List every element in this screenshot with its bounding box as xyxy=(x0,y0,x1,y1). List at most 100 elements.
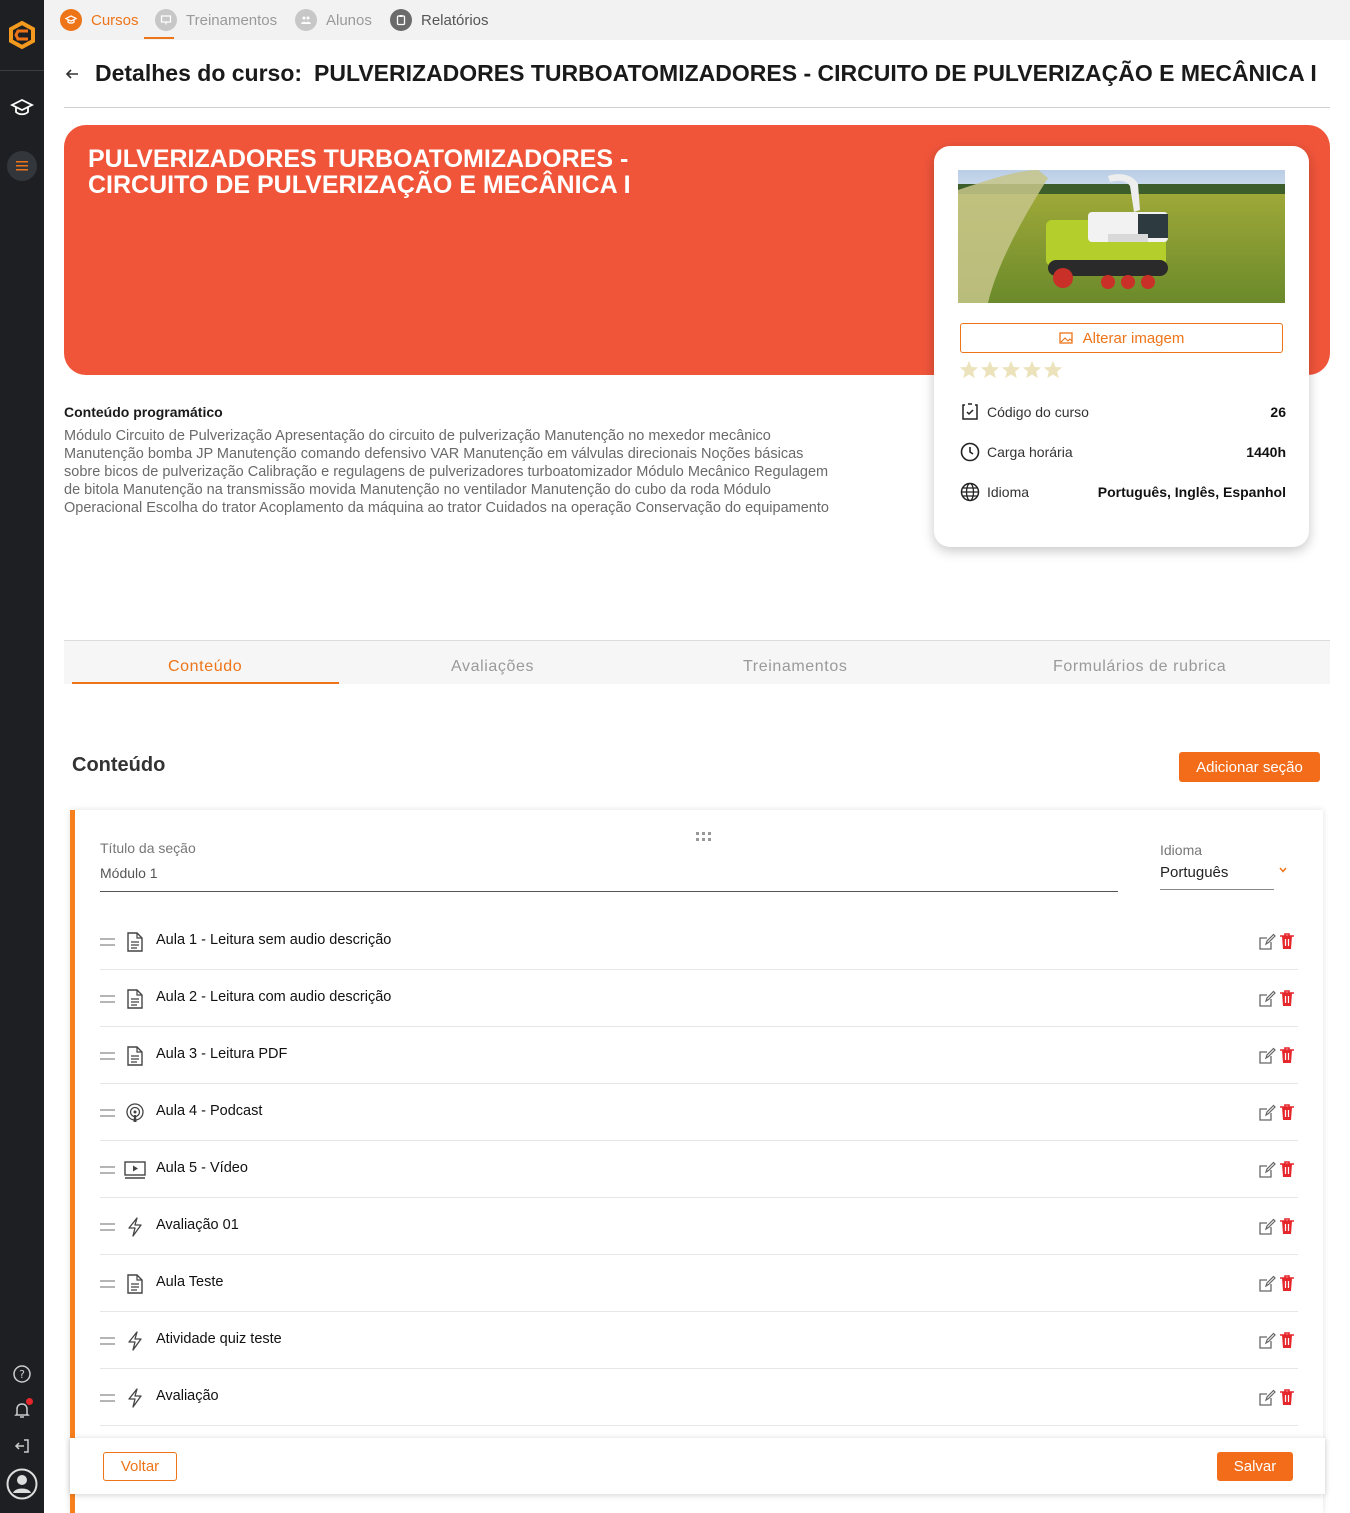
star-icon xyxy=(980,360,1000,379)
tab-formularios-rubrica[interactable]: Formulários de rubrica xyxy=(1053,658,1226,676)
star-icon xyxy=(1022,360,1042,379)
language-select-label: Idioma xyxy=(1160,842,1203,858)
drag-handle-icon[interactable] xyxy=(100,938,115,950)
notification-badge xyxy=(26,1398,33,1405)
video-icon xyxy=(124,1159,146,1181)
nav-treinamentos[interactable]: Treinamentos xyxy=(155,8,277,32)
back-button[interactable]: Voltar xyxy=(103,1452,177,1481)
lesson-row[interactable]: Aula Teste xyxy=(100,1255,1298,1312)
workload-value: 1440h xyxy=(1246,444,1286,460)
back-arrow-icon[interactable] xyxy=(64,66,80,82)
drag-handle-icon[interactable] xyxy=(100,1052,115,1064)
drag-grip-icon[interactable] xyxy=(696,829,712,847)
page-title: Detalhes do curso: PULVERIZADORES TURBOAT… xyxy=(95,60,1317,87)
edit-icon[interactable] xyxy=(1258,1047,1276,1065)
delete-icon[interactable] xyxy=(1279,932,1297,951)
lightning-icon xyxy=(124,1330,146,1352)
lesson-title: Aula 5 - Vídeo xyxy=(156,1160,248,1176)
edit-icon[interactable] xyxy=(1258,933,1276,951)
app-logo-icon[interactable] xyxy=(6,19,38,51)
delete-icon[interactable] xyxy=(1279,989,1297,1008)
lesson-row[interactable]: Avaliação xyxy=(100,1369,1298,1426)
star-icon xyxy=(1001,360,1021,379)
drag-handle-icon[interactable] xyxy=(100,1166,115,1178)
lesson-row[interactable]: Avaliação 01 xyxy=(100,1198,1298,1255)
lesson-title: Aula Teste xyxy=(156,1274,224,1290)
nav-label: Alunos xyxy=(326,11,372,29)
drag-handle-icon[interactable] xyxy=(100,1280,115,1292)
language-select-underline xyxy=(1160,889,1274,890)
course-code-value: 26 xyxy=(1270,404,1286,420)
edit-icon[interactable] xyxy=(1258,1218,1276,1236)
edit-icon[interactable] xyxy=(1258,1161,1276,1179)
lesson-title: Aula 3 - Leitura PDF xyxy=(156,1046,288,1062)
nav-relatorios[interactable]: Relatórios xyxy=(390,8,489,32)
lesson-row[interactable]: Aula 5 - Vídeo xyxy=(100,1141,1298,1198)
course-image xyxy=(958,170,1285,303)
star-icon xyxy=(1043,360,1063,379)
svg-text:?: ? xyxy=(19,1368,25,1381)
nav-cursos[interactable]: Cursos xyxy=(60,8,139,32)
drag-handle-icon[interactable] xyxy=(100,1109,115,1121)
lesson-row[interactable]: Aula 4 - Podcast xyxy=(100,1084,1298,1141)
tab-conteudo[interactable]: Conteúdo xyxy=(168,658,242,676)
course-code-row: Código do curso 26 xyxy=(960,401,1286,423)
delete-icon[interactable] xyxy=(1279,1388,1297,1407)
nav-label: Relatórios xyxy=(421,11,489,29)
lesson-row[interactable]: Aula 1 - Leitura sem audio descrição xyxy=(100,913,1298,970)
drag-handle-icon[interactable] xyxy=(100,1223,115,1235)
page-title-prefix: Detalhes do curso: xyxy=(95,60,303,86)
drag-handle-icon[interactable] xyxy=(100,995,115,1007)
image-icon xyxy=(1058,332,1073,344)
language-row: Idioma Português, Inglês, Espanhol xyxy=(960,481,1286,503)
lesson-title: Avaliação 01 xyxy=(156,1217,239,1233)
lesson-title: Atividade quiz teste xyxy=(156,1331,282,1347)
nav-alunos[interactable]: Alunos xyxy=(295,8,372,32)
rating-stars[interactable] xyxy=(959,360,1063,379)
section-title-underline xyxy=(100,891,1118,892)
document-icon xyxy=(124,1045,146,1067)
tab-treinamentos[interactable]: Treinamentos xyxy=(743,658,847,676)
section-title-input[interactable]: Módulo 1 xyxy=(100,865,158,881)
lesson-row[interactable]: Atividade quiz teste xyxy=(100,1312,1298,1369)
edit-icon[interactable] xyxy=(1258,1389,1276,1407)
notification-bell-icon[interactable] xyxy=(8,1396,36,1424)
lesson-title: Aula 2 - Leitura com audio descrição xyxy=(156,989,392,1005)
menu-toggle-icon[interactable] xyxy=(7,151,37,181)
change-image-button[interactable]: Alterar imagem xyxy=(960,323,1283,353)
lesson-title: Aula 1 - Leitura sem audio descrição xyxy=(156,932,392,948)
logout-icon[interactable] xyxy=(8,1432,36,1460)
edit-icon[interactable] xyxy=(1258,1332,1276,1350)
lightning-icon xyxy=(124,1216,146,1238)
delete-icon[interactable] xyxy=(1279,1103,1297,1122)
delete-icon[interactable] xyxy=(1279,1160,1297,1179)
add-section-button[interactable]: Adicionar seção xyxy=(1179,752,1320,782)
program-text: Módulo Circuito de Pulverização Apresent… xyxy=(64,428,829,516)
document-icon xyxy=(124,1273,146,1295)
delete-icon[interactable] xyxy=(1279,1046,1297,1065)
tab-avaliacoes[interactable]: Avaliações xyxy=(451,658,534,676)
edit-icon[interactable] xyxy=(1258,1104,1276,1122)
drag-handle-icon[interactable] xyxy=(100,1394,115,1406)
chevron-down-icon[interactable] xyxy=(1279,862,1287,876)
lesson-row[interactable]: Aula 2 - Leitura com audio descrição xyxy=(100,970,1298,1027)
save-button[interactable]: Salvar xyxy=(1217,1452,1293,1481)
document-icon xyxy=(124,988,146,1010)
workload-row: Carga horária 1440h xyxy=(960,441,1286,463)
lesson-row[interactable]: Aula 3 - Leitura PDF xyxy=(100,1027,1298,1084)
presentation-icon xyxy=(155,9,177,31)
lesson-title: Aula 4 - Podcast xyxy=(156,1103,263,1119)
drag-handle-icon[interactable] xyxy=(100,1337,115,1349)
delete-icon[interactable] xyxy=(1279,1274,1297,1293)
document-icon xyxy=(124,931,146,953)
edit-icon[interactable] xyxy=(1258,990,1276,1008)
language-select[interactable]: Português xyxy=(1160,864,1228,881)
help-icon[interactable]: ? xyxy=(8,1360,36,1388)
delete-icon[interactable] xyxy=(1279,1217,1297,1236)
edit-icon[interactable] xyxy=(1258,1275,1276,1293)
clock-icon xyxy=(960,442,980,462)
graduation-cap-icon[interactable] xyxy=(8,94,36,122)
nav-label: Cursos xyxy=(91,11,139,29)
delete-icon[interactable] xyxy=(1279,1331,1297,1350)
user-avatar-icon[interactable] xyxy=(6,1468,38,1500)
